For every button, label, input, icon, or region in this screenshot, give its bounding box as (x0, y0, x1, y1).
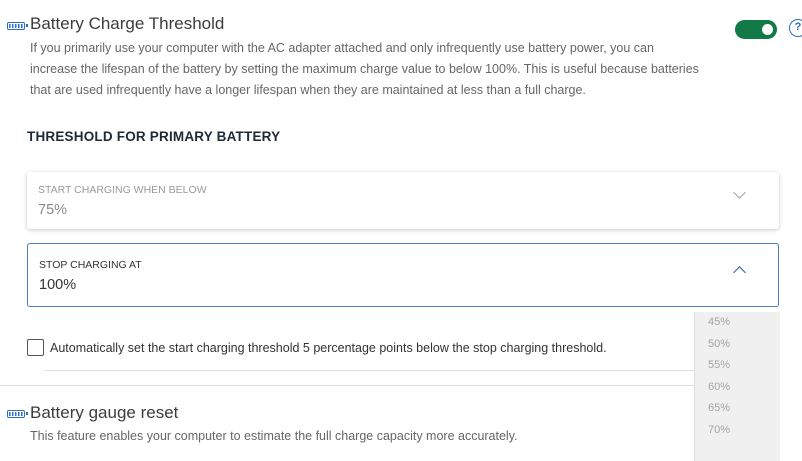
gauge-description: This feature enables your computer to es… (30, 429, 518, 443)
stop-option[interactable]: 60% (695, 377, 780, 399)
section-divider (0, 385, 694, 386)
section-divider (44, 370, 694, 371)
description-line: that are used infrequently have a longer… (30, 83, 586, 97)
threshold-title: Battery Charge Threshold (30, 14, 225, 33)
stop-charging-options[interactable]: 45% 50% 55% 60% 65% 70% (694, 312, 780, 461)
threshold-toggle[interactable] (735, 20, 777, 39)
help-icon[interactable]: ? (789, 19, 802, 37)
primary-battery-heading: THRESHOLD FOR PRIMARY BATTERY (27, 129, 281, 144)
start-charging-label: START CHARGING WHEN BELOW (38, 184, 207, 196)
stop-charging-select[interactable]: STOP CHARGING AT 100% (27, 243, 779, 307)
auto-threshold-label: Automatically set the start charging thr… (50, 341, 607, 355)
battery-icon (7, 22, 28, 30)
description-line: increase the lifespan of the battery by … (30, 62, 699, 76)
gauge-title: Battery gauge reset (30, 403, 179, 422)
threshold-description: If you primarily use your computer with … (30, 38, 730, 101)
stop-charging-label: STOP CHARGING AT (39, 259, 142, 271)
chevron-down-icon (733, 186, 746, 199)
description-line: If you primarily use your computer with … (30, 41, 654, 55)
stop-option[interactable]: 50% (695, 334, 780, 356)
start-charging-select[interactable]: START CHARGING WHEN BELOW 75% (27, 172, 779, 229)
auto-threshold-checkbox[interactable] (27, 339, 44, 356)
start-charging-value: 75% (38, 202, 68, 218)
toggle-knob (762, 24, 773, 35)
stop-option[interactable]: 65% (695, 398, 780, 420)
stop-option[interactable]: 70% (695, 420, 780, 442)
stop-charging-value: 100% (39, 277, 77, 293)
stop-option[interactable]: 55% (695, 355, 780, 377)
chevron-up-icon (733, 266, 746, 279)
battery-gauge-icon (7, 410, 28, 418)
stop-option[interactable]: 45% (695, 312, 780, 334)
